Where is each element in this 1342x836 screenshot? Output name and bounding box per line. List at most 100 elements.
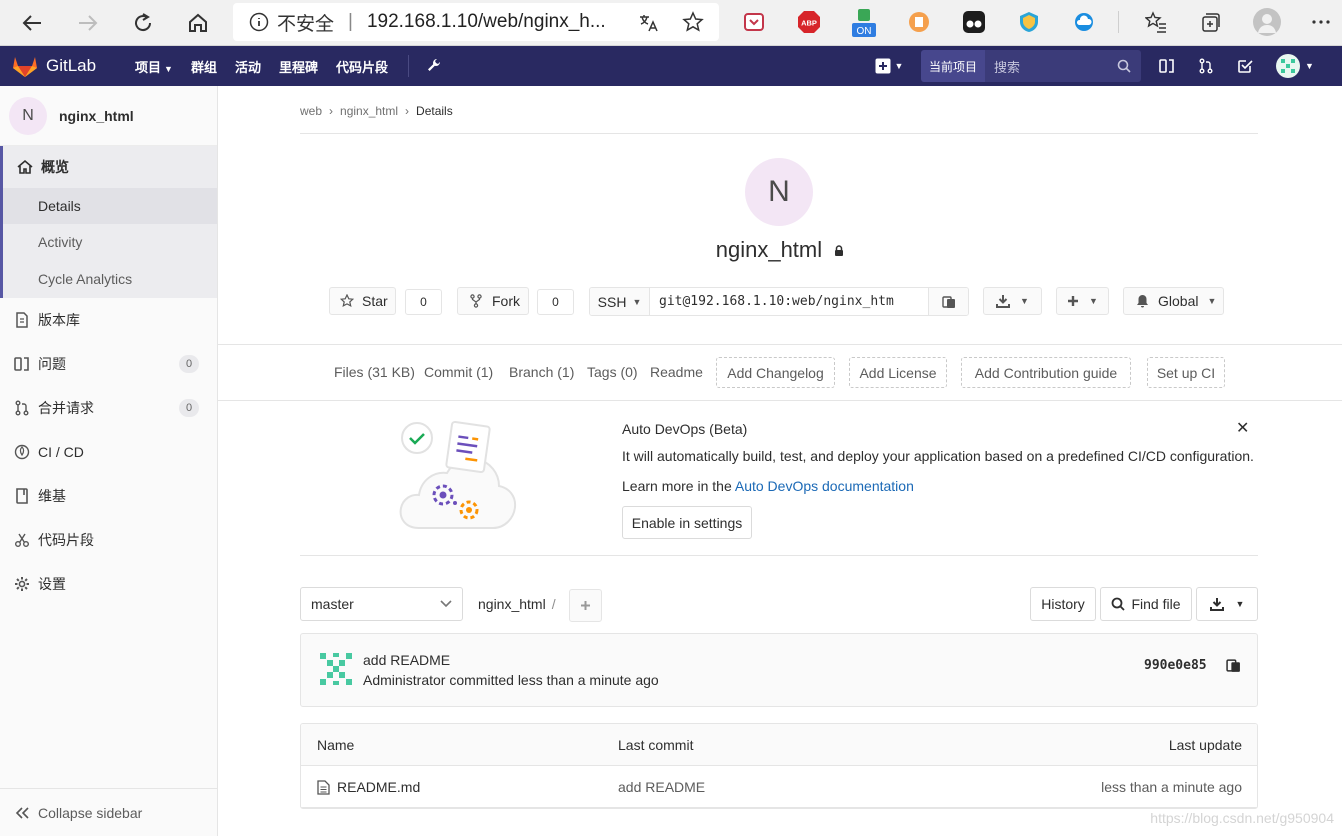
profile-avatar-icon[interactable] [1253,8,1281,36]
favorite-star-icon[interactable] [682,11,704,33]
sidebar-project-header[interactable]: N nginx_html [0,86,217,146]
sidebar-item-merge-requests[interactable]: 合并请求 0 [0,386,217,430]
search-box[interactable]: 当前项目 搜索 [921,50,1141,82]
svg-text:ABP: ABP [801,19,817,28]
sidebar-subitem-details[interactable]: Details [3,188,217,224]
fork-button[interactable]: Fork [457,287,529,315]
gitlab-logo-icon [13,57,37,77]
sidebar-item-overview[interactable]: 概览 [3,146,217,188]
branches-stat-link[interactable]: Branch (1) [509,364,574,380]
fork-count[interactable]: 0 [537,289,574,315]
find-file-button[interactable]: Find file [1100,587,1192,621]
admin-wrench-icon[interactable] [427,58,443,74]
back-icon[interactable] [16,7,48,39]
star-label: Star [362,293,388,309]
adblock-icon[interactable]: ABP [796,9,822,35]
file-last-commit-link[interactable]: add README [618,779,705,795]
star-button[interactable]: Star [329,287,396,315]
reload-icon[interactable] [127,7,159,39]
commit-message-link[interactable]: add README [363,652,450,668]
sidebar-item-snippets[interactable]: 代码片段 [0,518,217,562]
fork-label: Fork [492,293,520,309]
sidebar-subitem-cycle-analytics[interactable]: Cycle Analytics [3,260,217,298]
merge-requests-nav-icon[interactable] [1195,55,1217,77]
project-avatar-large: N [745,158,813,226]
breadcrumb-project-link[interactable]: nginx_html [340,104,398,118]
clone-protocol-dropdown[interactable]: SSH ▼ [590,288,650,315]
translate-icon[interactable] [637,12,659,34]
home-icon[interactable] [182,7,214,39]
nav-activity[interactable]: 活动 [235,57,261,76]
close-icon[interactable]: ✕ [1236,418,1249,438]
readme-link[interactable]: Readme [650,364,703,380]
nav-projects[interactable]: 项目 ▼ [135,57,173,76]
add-dropdown[interactable]: ▼ [1056,287,1109,315]
notification-dropdown[interactable]: Global ▼ [1123,287,1224,315]
todos-nav-icon[interactable] [1234,55,1256,77]
column-header-last-update: Last update [1168,737,1242,753]
breadcrumb-divider [300,133,1258,134]
address-bar[interactable]: 不安全 | 192.168.1.10/web/nginx_h... [233,3,719,41]
sidebar-project-name: nginx_html [59,107,134,124]
repo-root-link[interactable]: nginx_html [478,596,546,612]
tags-stat-link[interactable]: Tags (0) [587,364,638,380]
collapse-sidebar-button[interactable]: Collapse sidebar [0,788,218,836]
sidebar-item-repository[interactable]: 版本库 [0,298,217,342]
add-contribution-guide-button[interactable]: Add Contribution guide [961,357,1131,388]
chevron-down-icon: ▼ [164,63,173,74]
clone-url-group: SSH ▼ git@192.168.1.10:web/nginx_htm [589,287,969,316]
setup-ci-button[interactable]: Set up CI [1147,357,1225,388]
sidebar-overview-group: 概览 Details Activity Cycle Analytics [0,146,217,298]
devops-docs-link[interactable]: Auto DevOps documentation [735,478,914,494]
shield-extension-icon[interactable] [1016,9,1042,35]
user-menu[interactable]: ▼ [1275,54,1315,78]
info-icon[interactable] [249,12,269,32]
search-input[interactable]: 搜索 [985,50,1141,82]
nav-groups[interactable]: 群组 [191,57,217,76]
copy-url-button[interactable] [928,288,968,315]
forward-icon[interactable] [72,7,104,39]
gitlab-home-link[interactable]: GitLab [12,54,96,78]
more-menu-icon[interactable] [1308,9,1334,35]
double-chevron-left-icon [15,806,29,819]
nav-milestones[interactable]: 里程碑 [279,57,318,76]
new-item-dropdown[interactable]: ▼ [872,55,906,77]
branch-select[interactable]: master [300,587,463,621]
search-scope[interactable]: 当前项目 [921,50,985,82]
sidebar-item-settings[interactable]: 设置 [0,562,217,606]
favorites-list-icon[interactable] [1143,9,1169,35]
nav-snippets[interactable]: 代码片段 [336,57,388,76]
toggle-on-icon[interactable]: ON [851,8,877,38]
commit-sha-label[interactable]: 990e0e85 [1144,658,1207,673]
cloud-extension-icon[interactable] [1071,9,1097,35]
sidebar-item-ci-cd[interactable]: CI / CD [0,430,217,474]
sidebar-item-wiki[interactable]: 维基 [0,474,217,518]
sidebar-item-issues[interactable]: 问题 0 [0,342,217,386]
url-text[interactable]: 192.168.1.10/web/nginx_h... [367,11,606,33]
star-count[interactable]: 0 [405,289,442,315]
table-row[interactable]: README.md add README less than a minute … [301,766,1257,808]
download-dropdown[interactable]: ▼ [983,287,1042,315]
collections-icon[interactable] [1198,9,1224,35]
issues-nav-icon[interactable] [1156,55,1178,77]
commits-stat-link[interactable]: Commit (1) [424,364,493,380]
add-license-button[interactable]: Add License [849,357,947,388]
sidebar-item-label: 版本库 [38,312,80,328]
sidebar-subitem-activity[interactable]: Activity [3,224,217,260]
pocket-icon[interactable] [741,9,767,35]
history-button[interactable]: History [1030,587,1096,621]
file-name-cell[interactable]: README.md [317,779,420,795]
add-changelog-button[interactable]: Add Changelog [716,357,835,388]
copy-sha-button[interactable] [1226,658,1241,673]
breadcrumb-group-link[interactable]: web [300,104,322,118]
plus-icon [581,601,590,610]
tampermonkey-icon[interactable] [961,9,987,35]
add-file-button[interactable] [569,589,602,622]
files-stat-link[interactable]: Files (31 KB) [334,364,415,380]
notes-extension-icon[interactable] [906,9,932,35]
enable-in-settings-button[interactable]: Enable in settings [622,506,752,539]
book-icon [16,488,28,504]
plus-square-icon [875,58,891,74]
clone-url-input[interactable]: git@192.168.1.10:web/nginx_htm [650,288,928,315]
download-source-dropdown[interactable]: ▼ [1196,587,1258,621]
